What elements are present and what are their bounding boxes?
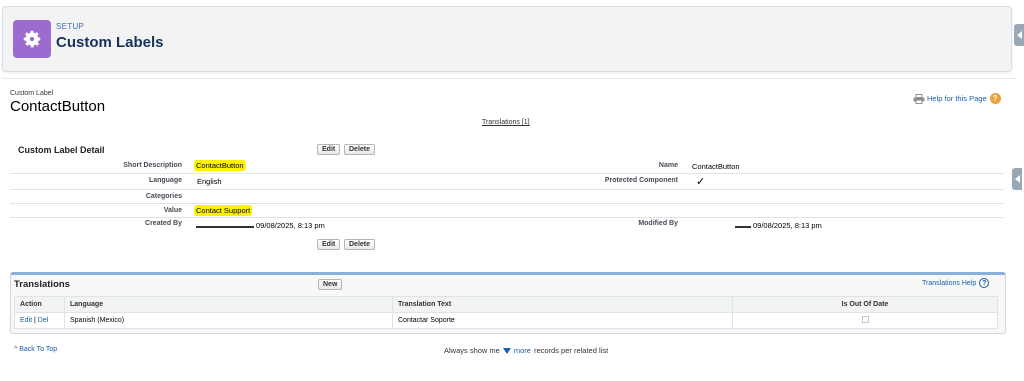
table-header-row: Action Language Translation Text Is Out … bbox=[14, 296, 998, 313]
language-value: English bbox=[197, 177, 222, 186]
setup-gear-icon bbox=[13, 20, 51, 58]
back-to-top-link[interactable]: ^ Back To Top bbox=[14, 346, 57, 353]
created-by-label: Created By bbox=[145, 220, 182, 227]
translations-title: Translations bbox=[14, 279, 70, 290]
language-cell: Spanish (Mexico) bbox=[64, 312, 393, 329]
help-icon[interactable]: ? bbox=[989, 93, 1001, 104]
new-translation-button[interactable]: New bbox=[318, 279, 343, 290]
column-header-language: Language bbox=[64, 296, 393, 313]
value-value: Contact Support bbox=[194, 205, 253, 216]
translations-link[interactable]: Translations [1] bbox=[482, 119, 530, 126]
help-question-icon[interactable]: ? bbox=[979, 278, 990, 288]
more-link[interactable]: more bbox=[514, 346, 531, 355]
action-cell: Edit | Del bbox=[14, 312, 65, 329]
column-header-out-of-date: Is Out Of Date bbox=[732, 296, 998, 313]
back-to-top-label[interactable]: Back To Top bbox=[19, 346, 57, 353]
translations-help-label[interactable]: Translations Help bbox=[922, 280, 976, 287]
protected-checkmark-icon: ✓ bbox=[696, 176, 706, 188]
translations-help-link[interactable]: Translations Help ? bbox=[922, 278, 990, 288]
more-arrow-icon[interactable] bbox=[502, 347, 511, 354]
collapse-panel-tab[interactable] bbox=[1014, 24, 1024, 46]
modified-by-label: Modified By bbox=[638, 220, 678, 227]
always-show-control: Always show me more records per related … bbox=[444, 346, 608, 355]
value-label: Value bbox=[163, 207, 182, 214]
always-show-suffix: records per related list bbox=[533, 346, 609, 355]
row-divider bbox=[10, 203, 1004, 204]
edit-link[interactable]: Edit bbox=[20, 317, 32, 324]
collapse-panel-tab[interactable] bbox=[1012, 168, 1022, 190]
out-of-date-checkbox bbox=[861, 316, 869, 323]
name-value: ContactButton bbox=[692, 162, 740, 171]
setup-eyebrow: SETUP bbox=[56, 22, 85, 31]
always-show-prefix: Always show me bbox=[444, 346, 500, 355]
short-description-value: ContactButton bbox=[194, 160, 246, 171]
modified-by-value: 09/08/2025, 8:13 pm bbox=[753, 221, 822, 230]
record-type-label: Custom Label bbox=[10, 90, 54, 97]
action-separator: | bbox=[34, 317, 36, 324]
redacted-user bbox=[735, 226, 751, 228]
help-for-page-link[interactable]: Help for this Page ? bbox=[913, 93, 1001, 104]
row-divider bbox=[10, 189, 1004, 190]
created-by-value: 09/08/2025, 8:13 pm bbox=[256, 221, 325, 230]
column-header-action: Action bbox=[14, 296, 65, 313]
translations-table: Action Language Translation Text Is Out … bbox=[14, 296, 998, 329]
help-link-label[interactable]: Help for this Page bbox=[927, 94, 987, 103]
column-header-translation-text: Translation Text bbox=[392, 296, 733, 313]
name-label: Name bbox=[658, 162, 678, 169]
detail-section-title: Custom Label Detail bbox=[18, 145, 105, 155]
language-label: Language bbox=[148, 177, 182, 184]
short-description-label: Short Description bbox=[123, 162, 182, 169]
out-of-date-cell bbox=[732, 312, 998, 329]
redacted-user bbox=[196, 226, 254, 228]
row-divider bbox=[10, 217, 1004, 218]
delete-button-bottom[interactable]: Delete bbox=[344, 239, 376, 250]
categories-label: Categories bbox=[145, 193, 182, 200]
delete-button[interactable]: Delete bbox=[344, 144, 376, 155]
translation-text-cell: Contactar Soporte bbox=[392, 312, 733, 329]
record-name: ContactButton bbox=[10, 98, 106, 115]
row-divider bbox=[10, 173, 1004, 174]
setup-header: SETUP Custom Labels bbox=[2, 6, 1012, 72]
edit-button[interactable]: Edit bbox=[317, 144, 341, 155]
protected-component-label: Protected Component bbox=[604, 177, 678, 184]
edit-button-bottom[interactable]: Edit bbox=[317, 239, 341, 250]
table-row: Edit | Del Spanish (Mexico) Contactar So… bbox=[14, 312, 998, 329]
printer-icon[interactable] bbox=[913, 93, 925, 104]
page-title: Custom Labels bbox=[56, 34, 164, 51]
back-to-top-arrow-icon[interactable]: ^ bbox=[14, 346, 17, 353]
delete-link[interactable]: Del bbox=[38, 317, 49, 324]
